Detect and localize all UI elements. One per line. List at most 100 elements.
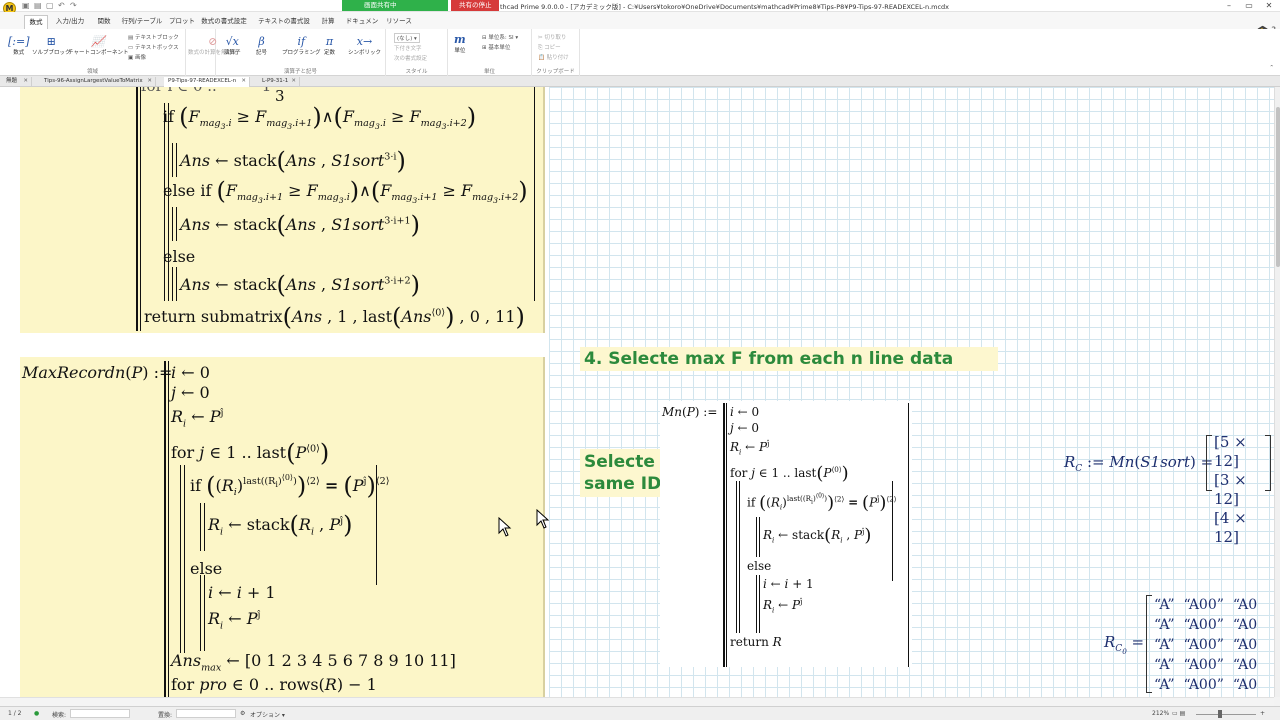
rc0-row: “A” “A00” “A0 <box>1154 677 1258 693</box>
base-units-button[interactable]: ⊞ 基本単位 <box>482 43 510 51</box>
program-bar <box>204 575 205 651</box>
maxrecordn-region[interactable]: MaxRecordn(P) := i ← 0 j ← 0 Ri ← Pĵ for… <box>20 357 545 697</box>
operators-button[interactable]: √x 演算子 <box>224 35 241 56</box>
solve-block-button[interactable]: ⊞ ソルブブロック <box>32 35 71 56</box>
options-button[interactable]: オプション ▾ <box>250 710 285 719</box>
cut-button[interactable]: ✂ 切り取り <box>538 33 566 41</box>
sort-program-region[interactable]: for i ∈ 0 .. ── − 1 3 if (Fmag3.i ≥ Fmag… <box>20 87 545 333</box>
matrix-bracket-left <box>1146 595 1152 693</box>
assign-r-new: Ri ← Pĵ <box>763 597 803 615</box>
vertical-scrollbar[interactable] <box>1274 87 1280 697</box>
save-icon[interactable]: ▣ <box>22 1 30 10</box>
subscript-button[interactable]: 下付き文字 <box>394 44 422 52</box>
clipboard-group: ✂ 切り取り ⎘ コピー 📋 貼り付け クリップボード <box>532 29 580 76</box>
close-tab-icon[interactable]: ✕ <box>147 77 152 86</box>
minimize-icon[interactable]: – <box>1220 0 1238 11</box>
assign-i: i ← 0 <box>171 363 210 382</box>
zoom-slider-thumb[interactable] <box>1218 710 1222 718</box>
chart-component-button[interactable]: 📈 チャートコンポーネント <box>68 35 128 56</box>
math-region-icon: [:=] <box>8 35 30 48</box>
program-bar <box>168 361 169 697</box>
zoom-in-icon[interactable]: + <box>1260 710 1265 717</box>
assign-j: j ← 0 <box>171 383 210 402</box>
else-keyword: else <box>190 559 223 578</box>
symbolic-arrow-icon: x→ <box>356 35 373 48</box>
assign-r: Ri ← Pĵ <box>730 439 770 457</box>
tab-resources[interactable]: リソース <box>386 15 412 29</box>
math-region-button[interactable]: [:=] 数式 <box>8 35 30 56</box>
program-bar <box>204 503 205 551</box>
else-if-condition: else if (Fmag3.i+1 ≥ Fmag3.i)∧(Fmag3.i+1… <box>163 176 528 206</box>
tab-document[interactable]: ドキュメント <box>344 15 380 38</box>
rc-definition[interactable]: RC := Mn(S1sort) = <box>1064 453 1213 474</box>
program-bar <box>534 87 535 301</box>
program-bar <box>164 361 166 697</box>
symbolics-button[interactable]: x→ シンボリック <box>348 35 381 56</box>
tab-text-formatting[interactable]: テキストの書式設定 <box>256 15 312 38</box>
stop-sharing-button[interactable]: 共有の停止 <box>451 0 499 11</box>
undo-icon[interactable]: ↶ <box>58 1 65 10</box>
copy-button[interactable]: ⎘ コピー <box>538 43 561 52</box>
paste-button[interactable]: 📋 貼り付け <box>538 53 569 61</box>
doc-tab-l-p9-31-1[interactable]: L-P9-31-1 ✕ <box>258 77 300 87</box>
return-submatrix: return submatrix(Ans , 1 , last(Ans⟨0⟩) … <box>144 302 525 331</box>
horizontal-scrollbar[interactable] <box>0 697 1274 706</box>
tab-input-output[interactable]: 入力/出力 <box>52 15 88 29</box>
doc-tab-untitled[interactable]: 無題 ✕ <box>2 77 32 87</box>
unit-system-select[interactable]: ⊟ 単位系: SI ▾ <box>482 33 518 41</box>
if-icon: if <box>297 35 306 48</box>
close-tab-icon[interactable]: ✕ <box>23 77 28 86</box>
tab-calculation[interactable]: 計算 <box>316 15 340 29</box>
tab-matrix-table[interactable]: 行列/テーブル <box>120 15 164 29</box>
program-bar <box>759 517 760 557</box>
tab-math-formatting[interactable]: 数式の書式設定 <box>200 15 248 29</box>
increment-i: i ← i + 1 <box>208 583 276 602</box>
tab-plot[interactable]: プロット <box>168 15 196 29</box>
redo-icon[interactable]: ↷ <box>70 1 77 10</box>
r-stack: Ri ← stack(Ri , Pĵ) <box>208 510 353 539</box>
format-painter-button[interactable]: 次の書式設定 <box>394 54 427 62</box>
options-gear-icon[interactable]: ⚙ <box>240 710 245 717</box>
new-icon[interactable]: ▢ <box>46 1 54 10</box>
ribbon-collapse-icon[interactable]: ⌃ <box>1269 65 1274 71</box>
text-block-button[interactable]: ▤ テキストブロック <box>128 33 179 41</box>
program-bar <box>756 575 757 633</box>
worksheet[interactable]: for i ∈ 0 .. ── − 1 3 if (Fmag3.i ≥ Fmag… <box>0 87 1274 697</box>
mn-region[interactable]: Mn(P) := i ← 0 j ← 0 Ri ← Pĵ for j ∈ 1 .… <box>660 401 912 667</box>
units-button[interactable]: m 単位 <box>454 33 466 54</box>
constants-button[interactable]: π 定数 <box>324 35 335 56</box>
tab-functions[interactable]: 関数 <box>92 15 116 29</box>
close-tab-icon[interactable]: ✕ <box>241 77 246 86</box>
style-select[interactable]: (なし) ▾ <box>394 33 420 43</box>
maximize-icon[interactable]: ▭ <box>1240 0 1258 11</box>
regions-group: [:=] 数式 ⊞ ソルブブロック 📈 チャートコンポーネント ▤ テキストブロック … <box>0 29 186 76</box>
scrollbar-thumb[interactable] <box>1276 107 1280 267</box>
rc0-label[interactable]: RC0 = <box>1104 633 1144 656</box>
programming-button[interactable]: if プログラミング <box>282 35 321 56</box>
rc0-row: “A” “A00” “A0 <box>1154 597 1258 613</box>
open-icon[interactable]: ▤ <box>34 1 42 10</box>
replace-input[interactable] <box>176 709 236 718</box>
screen-share-indicator[interactable]: 画面共有中 <box>342 0 448 11</box>
if-compare: if ((Ri)last((Ri)⟨0⟩))⟨2⟩ = (Pĵ)⟨2⟩ <box>190 471 390 500</box>
program-bar <box>176 143 177 177</box>
clipboard-group-label: クリップボード <box>536 69 575 75</box>
ribbon: [:=] 数式 ⊞ ソルブブロック 📈 チャートコンポーネント ▤ テキストブロック … <box>0 29 1280 76</box>
symbols-button[interactable]: β 記号 <box>256 35 267 56</box>
zoom-slider[interactable] <box>1196 714 1256 715</box>
else-keyword: else <box>163 247 196 266</box>
image-button[interactable]: ▣ 画像 <box>128 53 146 61</box>
return-r: return R <box>730 635 782 649</box>
search-input[interactable] <box>70 709 130 718</box>
close-tab-icon[interactable]: ✕ <box>291 77 296 86</box>
tab-math[interactable]: 数式 <box>24 15 48 29</box>
close-icon[interactable]: ✕ <box>1260 0 1278 11</box>
program-bar <box>172 207 173 241</box>
text-box-button[interactable]: ▭ テキストボックス <box>128 43 179 51</box>
page-view-icon[interactable]: ▭ ▤ <box>1172 710 1185 717</box>
program-bar <box>908 403 909 667</box>
doc-tab-tips-96[interactable]: Tips-96-AssignLargestValueToMatrix ✕ <box>40 77 156 87</box>
section-heading[interactable]: 4. Selecte max F from each n line data <box>580 347 998 371</box>
doc-tab-p9-tips-97[interactable]: P9-Tips-97-READEXCEL-n ✕ <box>164 77 250 87</box>
note-text[interactable]: Selecte same ID <box>580 449 666 497</box>
